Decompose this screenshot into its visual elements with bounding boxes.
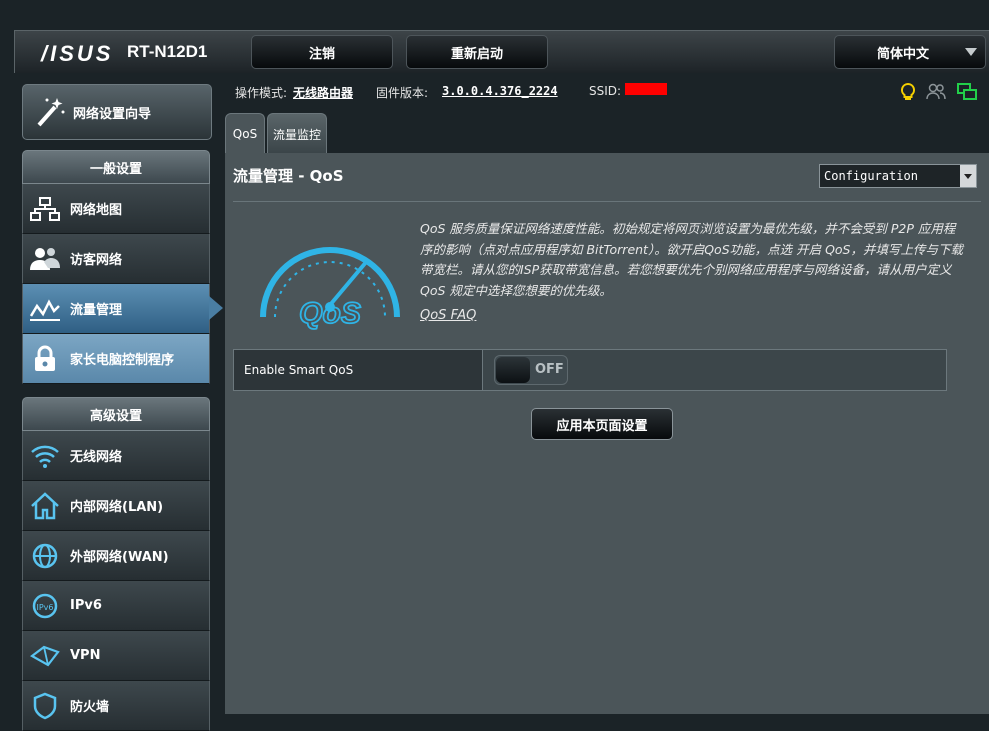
advanced-settings-title: 高级设置 [22, 397, 210, 431]
sidebar-item-guest-network[interactable]: 访客网络 [22, 234, 210, 284]
sidebar-item-label: 家长电脑控制程序 [70, 353, 175, 368]
internet-status-icon[interactable] [956, 82, 977, 102]
mode-value-link[interactable]: 无线路由器 [293, 84, 353, 101]
network-map-icon [28, 192, 62, 226]
wan-globe-icon [28, 539, 62, 573]
wireless-icon [28, 439, 62, 473]
chevron-down-icon [960, 165, 976, 187]
traffic-manager-icon [28, 292, 62, 326]
magic-wand-icon [33, 95, 67, 129]
general-settings-title: 一般设置 [22, 150, 210, 184]
toggle-knob [496, 357, 530, 383]
sidebar-item-label: 无线网络 [70, 450, 123, 465]
sidebar-item-label: 流量管理 [70, 303, 123, 318]
ssid-label: SSID: [589, 84, 622, 98]
parental-control-icon [28, 342, 62, 376]
gauge-text: QoS [299, 297, 361, 330]
clients-icon[interactable] [925, 82, 946, 102]
tab-traffic-monitor[interactable]: 流量监控 [267, 113, 327, 154]
smart-qos-toggle[interactable]: OFF [494, 355, 568, 385]
smart-qos-label-cell: Enable Smart QoS [234, 350, 483, 390]
chevron-down-icon [965, 48, 977, 56]
firmware-value-link[interactable]: 3.0.0.4.376_2224 [442, 84, 558, 98]
sidebar-item-wan[interactable]: 外部网络(WAN) [22, 531, 210, 581]
qos-gauge-icon: QoS [260, 247, 400, 331]
sidebar-item-label: 访客网络 [70, 253, 123, 268]
wizard-label: 网络设置向导 [73, 106, 152, 122]
svg-text:IPv6: IPv6 [36, 603, 53, 612]
view-select-value: Configuration [824, 169, 918, 183]
sidebar-item-vpn[interactable]: VPN [22, 631, 210, 681]
ssid-value-redacted [625, 81, 667, 95]
general-settings-section: 一般设置 网络地图 访客网络 流量管理 家长电脑控制程序 [22, 150, 223, 384]
divider [233, 201, 981, 202]
mode-label: 操作模式: [235, 86, 288, 100]
page-title: 流量管理 - QoS [233, 167, 344, 185]
sidebar-item-network-map[interactable]: 网络地图 [22, 184, 210, 234]
sidebar-item-label: 网络地图 [70, 203, 123, 218]
sidebar-item-lan[interactable]: 内部网络(LAN) [22, 481, 210, 531]
logout-button[interactable]: 注销 [251, 35, 393, 69]
smart-qos-label: Enable Smart QoS [244, 363, 354, 377]
lan-home-icon [28, 489, 62, 523]
lightbulb-icon[interactable] [898, 82, 918, 102]
apply-button[interactable]: 应用本页面设置 [531, 408, 673, 440]
asus-logo[interactable]: /ISUS [41, 41, 113, 67]
sidebar-item-firewall[interactable]: 防火墙 [22, 681, 210, 731]
top-bar: /ISUS RT-N12D1 注销 重新启动 简体中文 [14, 30, 989, 73]
view-select[interactable]: Configuration [819, 164, 977, 188]
sidebar-item-traffic-manager[interactable]: 流量管理 [22, 284, 223, 334]
sidebar-item-label: 外部网络(WAN) [70, 550, 169, 565]
language-select[interactable]: 简体中文 [834, 35, 986, 69]
qos-faq-link[interactable]: QoS FAQ [420, 308, 476, 323]
sidebar-item-parental-control[interactable]: 家长电脑控制程序 [22, 334, 210, 384]
firewall-icon [28, 689, 62, 723]
advanced-settings-section: 高级设置 无线网络 内部网络(LAN) 外部网络(WAN) IPv6 IPv6 … [22, 397, 210, 731]
language-value: 简体中文 [877, 46, 930, 62]
smart-qos-row: Enable Smart QoS OFF [233, 349, 947, 391]
sidebar-item-label: VPN [70, 648, 101, 663]
sidebar-item-label: 防火墙 [70, 700, 110, 715]
ipv6-icon: IPv6 [28, 589, 62, 623]
sidebar-item-wireless[interactable]: 无线网络 [22, 431, 210, 481]
model-name: RT-N12D1 [127, 42, 208, 61]
guest-network-icon [28, 242, 62, 276]
vpn-icon [28, 639, 62, 673]
quick-setup-wizard[interactable]: 网络设置向导 [22, 84, 212, 140]
qos-panel: 流量管理 - QoS Configuration QoS QoS 服务质量保证网… [225, 153, 989, 714]
sidebar-item-label: 内部网络(LAN) [70, 500, 164, 515]
tab-qos[interactable]: QoS [225, 113, 265, 154]
toggle-state: OFF [535, 362, 564, 377]
reboot-button[interactable]: 重新启动 [406, 35, 548, 69]
qos-description: QoS 服务质量保证网络速度性能。初始规定将网页浏览设置为最优先级，并不会受到 … [420, 221, 963, 298]
firmware-label: 固件版本: [376, 86, 429, 100]
sidebar-item-label: IPv6 [70, 598, 102, 613]
sidebar-item-ipv6[interactable]: IPv6 IPv6 [22, 581, 210, 631]
status-bar: 操作模式: 无线路由器 固件版本: 3.0.0.4.376_2224 SSID: [225, 76, 989, 106]
